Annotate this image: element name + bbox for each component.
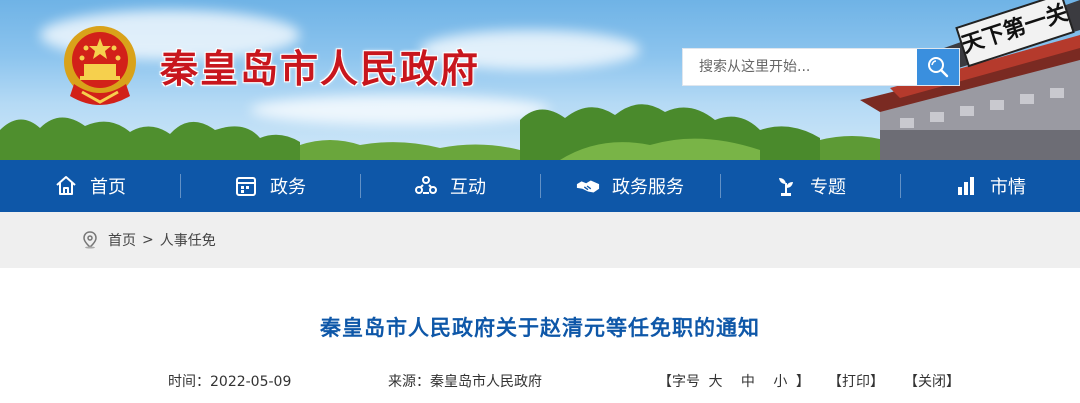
font-size-suffix: 】 xyxy=(795,374,810,390)
site-title: 秦皇岛市人民政府 xyxy=(160,47,481,91)
search-button[interactable] xyxy=(917,49,959,85)
breadcrumb-separator: > xyxy=(142,232,154,248)
bar-chart-icon xyxy=(954,174,978,198)
nav-label: 政务 xyxy=(270,177,306,198)
article-meta: 时间：2022-05-09 来源：秦皇岛市人民政府 【字号 大 中 小 】 【打… xyxy=(0,371,1080,393)
font-size-small-button[interactable]: 小 xyxy=(773,374,787,390)
handshake-icon xyxy=(576,174,600,198)
nav-item-city-info[interactable]: 市情 xyxy=(900,160,1080,212)
national-emblem-icon xyxy=(64,26,136,105)
header-banner: 天下第一关 秦皇岛市人民政府 xyxy=(0,0,1080,160)
plant-icon xyxy=(774,174,798,198)
location-pin-icon xyxy=(82,231,98,249)
people-icon xyxy=(414,174,438,198)
nav-item-interaction[interactable]: 互动 xyxy=(360,160,540,212)
print-button[interactable]: 【打印】 xyxy=(828,371,884,391)
source-label: 来源： xyxy=(388,374,430,390)
font-size-controls: 【字号 大 中 小 】 xyxy=(658,371,810,391)
close-button[interactable]: 【关闭】 xyxy=(904,371,960,391)
nav-item-government[interactable]: 政务 xyxy=(180,160,360,212)
breadcrumb-home-link[interactable]: 首页 xyxy=(108,230,136,250)
nav-label: 互动 xyxy=(450,177,486,198)
search-box xyxy=(682,48,960,86)
breadcrumb: 首页 > 人事任免 xyxy=(0,212,1080,268)
nav-item-gov-services[interactable]: 政务服务 xyxy=(540,160,720,212)
time-value: 2022-05-09 xyxy=(210,374,292,390)
main-nav: 首页 政务 互动 政务服务 专题 市情 xyxy=(0,160,1080,212)
nav-label: 市情 xyxy=(990,177,1026,198)
breadcrumb-current-link[interactable]: 人事任免 xyxy=(160,230,216,250)
publish-time: 时间：2022-05-09 xyxy=(168,371,291,391)
nav-item-special-topics[interactable]: 专题 xyxy=(720,160,900,212)
source-value: 秦皇岛市人民政府 xyxy=(430,374,542,390)
home-icon xyxy=(54,174,78,198)
font-size-medium-button[interactable]: 中 xyxy=(741,374,755,390)
calendar-icon xyxy=(234,174,258,198)
nav-label: 专题 xyxy=(810,177,846,198)
time-label: 时间： xyxy=(168,374,210,390)
font-size-prefix: 【字号 xyxy=(658,374,700,390)
search-icon xyxy=(928,57,949,78)
article-title: 秦皇岛市人民政府关于赵清元等任免职的通知 xyxy=(320,316,760,340)
source: 来源：秦皇岛市人民政府 xyxy=(388,371,542,391)
search-input[interactable] xyxy=(683,49,917,85)
nav-item-home[interactable]: 首页 xyxy=(0,160,180,212)
nav-label: 首页 xyxy=(90,177,126,198)
nav-label: 政务服务 xyxy=(612,177,684,198)
font-size-large-button[interactable]: 大 xyxy=(708,374,722,390)
